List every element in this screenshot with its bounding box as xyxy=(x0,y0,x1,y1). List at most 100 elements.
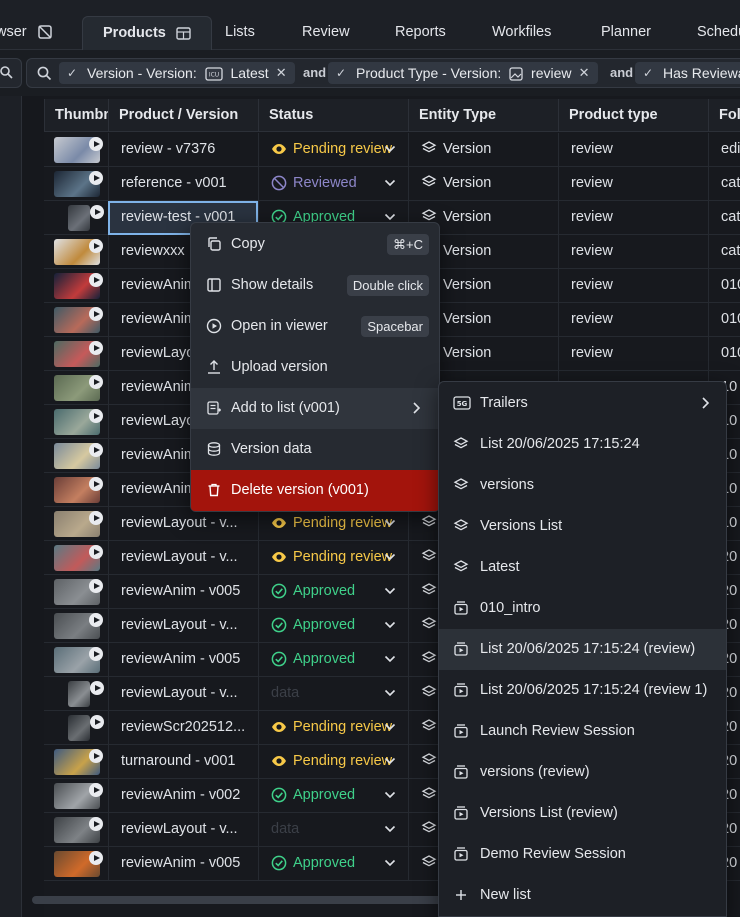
tab-review[interactable]: Review xyxy=(302,16,350,50)
product-version-cell[interactable]: reference - v001 xyxy=(108,167,258,201)
product-version-cell[interactable]: review - v7376 xyxy=(108,133,258,167)
play-icon[interactable] xyxy=(89,443,103,457)
product-type-cell[interactable]: review xyxy=(558,269,708,303)
product-version-cell[interactable]: turnaround - v001 xyxy=(108,745,258,779)
submenu-item[interactable]: Launch Review Session xyxy=(439,711,726,752)
submenu-item[interactable]: Versions List xyxy=(439,506,726,547)
product-type-cell[interactable]: review xyxy=(558,201,708,235)
product-version-cell[interactable]: reviewLayout - v... xyxy=(108,813,258,847)
play-icon[interactable] xyxy=(89,273,103,287)
chevron-down-icon[interactable] xyxy=(384,145,396,153)
play-icon[interactable] xyxy=(89,171,103,185)
play-icon[interactable] xyxy=(89,477,103,491)
product-type-cell[interactable]: review xyxy=(558,235,708,269)
col-product-type[interactable]: Product type xyxy=(558,99,708,132)
chevron-down-icon[interactable] xyxy=(384,825,396,833)
thumbnail-cell[interactable] xyxy=(44,235,108,269)
submenu-item[interactable]: versions xyxy=(439,465,726,506)
chevron-down-icon[interactable] xyxy=(384,587,396,595)
folder-cell[interactable]: 010 xyxy=(708,337,740,371)
col-status[interactable]: Status xyxy=(258,99,408,132)
entity-type-cell[interactable]: Version xyxy=(408,133,558,167)
product-type-cell[interactable]: review xyxy=(558,133,708,167)
folder-cell[interactable]: cat xyxy=(708,235,740,269)
thumbnail-cell[interactable] xyxy=(44,609,108,643)
play-icon[interactable] xyxy=(89,545,103,559)
submenu-item[interactable]: versions (review) xyxy=(439,752,726,793)
filter-chip-has-reviewable[interactable]: ✓ Has Reviewa xyxy=(635,62,740,84)
product-version-cell[interactable]: reviewScr202512... xyxy=(108,711,258,745)
status-cell[interactable]: Reviewed xyxy=(258,167,408,201)
play-icon[interactable] xyxy=(89,783,103,797)
filter-chip-product-type[interactable]: ✓ Product Type - Version: review ✕ xyxy=(328,62,598,84)
chevron-down-icon[interactable] xyxy=(384,519,396,527)
play-icon[interactable] xyxy=(89,511,103,525)
play-icon[interactable] xyxy=(89,307,103,321)
status-cell[interactable]: Approved xyxy=(258,609,408,643)
thumbnail-cell[interactable] xyxy=(44,133,108,167)
tab-reports[interactable]: Reports xyxy=(395,16,446,50)
play-icon[interactable] xyxy=(89,409,103,423)
submenu-item[interactable]: 5G Trailers xyxy=(439,383,726,424)
col-thumbnail[interactable]: Thumbnail xyxy=(44,99,108,132)
product-version-cell[interactable]: reviewAnim - v005 xyxy=(108,643,258,677)
thumbnail-cell[interactable] xyxy=(44,745,108,779)
play-icon[interactable] xyxy=(90,715,104,729)
thumbnail-cell[interactable] xyxy=(44,779,108,813)
product-version-cell[interactable]: reviewLayout - v... xyxy=(108,541,258,575)
tab-products[interactable]: Products xyxy=(82,16,212,50)
thumbnail-cell[interactable] xyxy=(44,201,108,235)
product-version-cell[interactable]: reviewAnim - v005 xyxy=(108,847,258,881)
tab-scheduler[interactable]: Schedu xyxy=(697,16,740,50)
thumbnail-cell[interactable] xyxy=(44,371,108,405)
play-icon[interactable] xyxy=(89,749,103,763)
status-cell[interactable]: Approved xyxy=(258,575,408,609)
thumbnail-cell[interactable] xyxy=(44,405,108,439)
col-entity-type[interactable]: Entity Type xyxy=(408,99,558,132)
play-icon[interactable] xyxy=(89,341,103,355)
product-type-cell[interactable]: review xyxy=(558,167,708,201)
play-icon[interactable] xyxy=(89,817,103,831)
sidebar-search-button[interactable] xyxy=(0,58,22,88)
product-version-cell[interactable]: reviewLayout - v... xyxy=(108,609,258,643)
status-cell[interactable]: Pending review xyxy=(258,541,408,575)
thumbnail-cell[interactable] xyxy=(44,507,108,541)
submenu-item[interactable]: List 20/06/2025 17:15:24 (review 1) xyxy=(439,670,726,711)
folder-cell[interactable]: edit xyxy=(708,133,740,167)
menu-item-open-in-viewer[interactable]: Open in viewer Spacebar xyxy=(191,306,439,347)
thumbnail-cell[interactable] xyxy=(44,473,108,507)
play-icon[interactable] xyxy=(89,579,103,593)
folder-cell[interactable]: 010 xyxy=(708,303,740,337)
chevron-down-icon[interactable] xyxy=(384,621,396,629)
product-version-cell[interactable]: reviewLayout - v... xyxy=(108,677,258,711)
folder-cell[interactable]: cat xyxy=(708,201,740,235)
thumbnail-cell[interactable] xyxy=(44,813,108,847)
remove-filter-icon[interactable]: ✕ xyxy=(579,62,590,84)
chevron-down-icon[interactable] xyxy=(384,179,396,187)
chevron-down-icon[interactable] xyxy=(384,689,396,697)
thumbnail-cell[interactable] xyxy=(44,269,108,303)
chevron-down-icon[interactable] xyxy=(384,723,396,731)
chevron-down-icon[interactable] xyxy=(384,757,396,765)
status-cell[interactable]: data xyxy=(258,813,408,847)
filter-input[interactable]: ✓ Version - Version: ICU Latest ✕ and ✓ … xyxy=(26,58,740,88)
status-cell[interactable]: Approved xyxy=(258,847,408,881)
folder-cell[interactable]: 010 xyxy=(708,269,740,303)
menu-item-version-data[interactable]: Version data xyxy=(191,429,439,470)
chevron-down-icon[interactable] xyxy=(384,213,396,221)
submenu-item[interactable]: List 20/06/2025 17:15:24 (review) xyxy=(439,629,726,670)
col-product-version[interactable]: Product / Version xyxy=(108,99,258,132)
submenu-item[interactable]: List 20/06/2025 17:15:24 xyxy=(439,424,726,465)
col-folder[interactable]: Folder xyxy=(708,99,740,132)
status-cell[interactable]: Pending review xyxy=(258,711,408,745)
thumbnail-cell[interactable] xyxy=(44,575,108,609)
status-cell[interactable]: Approved xyxy=(258,779,408,813)
menu-item-delete-version[interactable]: Delete version (v001) xyxy=(191,470,439,511)
chevron-down-icon[interactable] xyxy=(384,791,396,799)
menu-item-add-to-list[interactable]: Add to list (v001) xyxy=(191,388,439,429)
product-version-cell[interactable]: reviewAnim - v005 xyxy=(108,575,258,609)
play-icon[interactable] xyxy=(90,205,104,219)
play-icon[interactable] xyxy=(89,851,103,865)
product-version-cell[interactable]: reviewLayout - v... xyxy=(108,507,258,541)
tab-browser[interactable]: wser xyxy=(0,16,53,50)
